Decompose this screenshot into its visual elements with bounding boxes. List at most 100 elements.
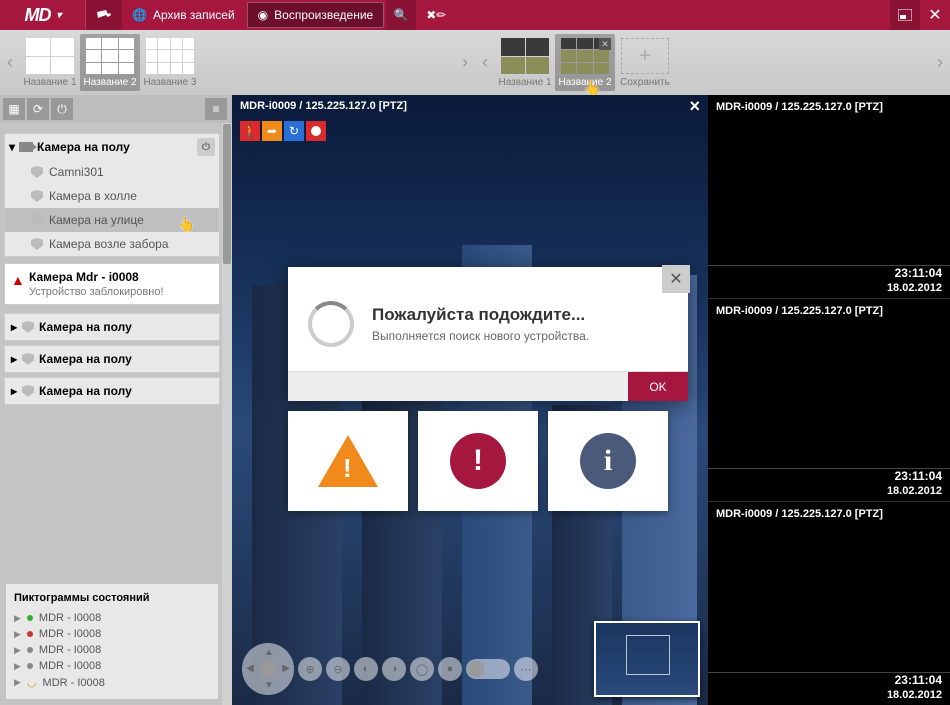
power-button[interactable]: ⏻ [51, 98, 73, 120]
status-icons: 🚶 ➦ ↻ [240, 121, 326, 141]
layout-tab-r2[interactable]: ✕ Название 2 👆 [555, 34, 615, 91]
expand-icon: ▸ [11, 320, 17, 334]
arrow-right-icon: ▶ [282, 663, 290, 674]
layouts-right-prev[interactable]: ‹ [475, 34, 495, 91]
alert-subtitle: Устройство заблокировно! [29, 284, 211, 298]
logo-dropdown-icon: ▾ [56, 10, 60, 21]
tree-item[interactable]: Camni301 [5, 160, 219, 184]
globe-icon: 🌐 [132, 8, 147, 22]
ptz-iris-open[interactable]: ◯ [410, 657, 434, 681]
video-tiles: MDR-i0009 / 125.225.127.0 [PTZ] 23:11:04… [708, 95, 950, 705]
status-legend: Пиктограммы состояний ▶MDR - I0008 ▶MDR … [6, 584, 218, 699]
window-close-button[interactable]: ✕ [920, 0, 950, 30]
record-icon[interactable] [306, 121, 326, 141]
status-dot-grey [27, 647, 33, 653]
sidebar-toolbar: ▦ ⟳ ⏻ ≡ [0, 95, 232, 123]
shield-icon [31, 214, 43, 226]
error-card[interactable]: ! [418, 411, 538, 511]
tile-time: 23:11:04 [895, 673, 942, 687]
tile-date: 18.02.2012 [887, 282, 942, 294]
ptz-dpad[interactable]: ▲ ▼ ◀ ▶ [242, 643, 294, 695]
video-main[interactable]: MDR-i0009 / 125.225.127.0 [PTZ] × 🚶 ➦ ↻ … [232, 95, 708, 705]
arrow-up-icon: ▲ [264, 647, 274, 658]
shield-icon [31, 190, 43, 202]
ptz-speed-slider[interactable] [466, 659, 510, 679]
picture-in-picture[interactable] [594, 621, 700, 697]
video-tile[interactable]: MDR-i0009 / 125.225.127.0 [PTZ] 23:11:04… [708, 95, 950, 298]
triangle-icon: ▶ [14, 613, 21, 624]
grid-button[interactable]: ▦ [3, 98, 25, 120]
dialog-close-button[interactable]: ✕ [662, 265, 690, 293]
playback-label: Воспроизведение [274, 8, 373, 22]
tree-item[interactable]: Камера в холле [5, 184, 219, 208]
ptz-zoom-out[interactable]: ⊖ [326, 657, 350, 681]
search-icon: 🔍 [394, 8, 409, 22]
layout-tab-2[interactable]: Название 2 [80, 34, 140, 91]
topbar: MD▾ 🌐 Архив записей ◉ Воспроизведение 🔍 … [0, 0, 950, 30]
layouts-right-next[interactable]: › [930, 34, 950, 91]
playback-button[interactable]: ◉ Воспроизведение [247, 2, 385, 28]
tree-group-collapsed[interactable]: ▸Камера на полу [4, 313, 220, 341]
export-icon[interactable]: ➦ [262, 121, 282, 141]
camera-icon [19, 142, 33, 152]
layouts-left-next[interactable]: › [455, 34, 475, 91]
layout-icon [898, 9, 912, 21]
layout-tab-save[interactable]: + Сохранить [615, 34, 675, 91]
tools-icon: ✖✏ [426, 8, 446, 22]
cursor-icon: 👆 [178, 216, 195, 233]
video-close-button[interactable]: × [689, 96, 700, 117]
legend-row: ▶MDR - I0008 [14, 658, 210, 674]
tree-item[interactable]: Камера возле забора [5, 232, 219, 256]
ptz-focus-far[interactable]: ◑ [382, 657, 406, 681]
layout-tab-r1[interactable]: Название 1 [495, 34, 555, 91]
menu-button[interactable]: ≡ [205, 98, 227, 120]
ptz-zoom-in[interactable]: ⊕ [298, 657, 322, 681]
shield-icon [22, 353, 34, 365]
dialog-subtitle: Выполняется поиск нового устройства. [372, 329, 589, 343]
video-tile[interactable]: MDR-i0009 / 125.225.127.0 [PTZ] 23:11:04… [708, 298, 950, 502]
ptz-preset[interactable]: ⋯ [514, 657, 538, 681]
tab-close-button[interactable]: ✕ [599, 38, 611, 50]
tree-group: ▾ Камера на полу ⏻ Camni301 Камера в хол… [4, 133, 220, 257]
layout-tab-3[interactable]: Название 3 [140, 34, 200, 91]
layout-tab-label: Название 3 [143, 77, 196, 88]
layouts-left-prev[interactable]: ‹ [0, 34, 20, 91]
group-power-button[interactable]: ⏻ [197, 138, 215, 156]
archive-label: Архив записей [153, 8, 235, 22]
layout-tab-label: Сохранить [620, 77, 670, 88]
video-tile[interactable]: MDR-i0009 / 125.225.127.0 [PTZ] 23:11:04… [708, 501, 950, 705]
logo[interactable]: MD▾ [0, 5, 85, 26]
motion-icon[interactable]: 🚶 [240, 121, 260, 141]
shield-icon [22, 385, 34, 397]
ptz-focus-near[interactable]: ◐ [354, 657, 378, 681]
layout-tab-1[interactable]: Название 1 [20, 34, 80, 91]
warning-card[interactable] [288, 411, 408, 511]
layout-tab-label: Название 2 [558, 77, 611, 88]
tree-group-collapsed[interactable]: ▸Камера на полу [4, 377, 220, 405]
camera-mode-button[interactable] [86, 0, 122, 30]
window-layout-button[interactable] [890, 0, 920, 30]
archive-button[interactable]: 🌐 Архив записей [122, 0, 245, 30]
ptz-controls: ▲ ▼ ◀ ▶ ⊕ ⊖ ◐ ◑ ◯ ● ⋯ [242, 643, 538, 695]
sidebar-scrollbar[interactable] [222, 123, 232, 705]
video-title: MDR-i0009 / 125.225.127.0 [PTZ] [240, 100, 407, 112]
shield-icon [31, 166, 43, 178]
info-card[interactable]: i [548, 411, 668, 511]
dialog-ok-button[interactable]: OK [628, 372, 688, 401]
sync-icon[interactable]: ↻ [284, 121, 304, 141]
triangle-icon: ▶ [14, 629, 21, 640]
tools-button[interactable]: ✖✏ [416, 0, 456, 30]
device-alert[interactable]: ▲ Камера Mdr - i0008 Устройство заблокир… [4, 263, 220, 305]
layout-tab-label: Название 1 [498, 77, 551, 88]
tree-item[interactable]: Камера на улице 👆 [5, 208, 219, 232]
wait-dialog: ✕ Пожалуйста подождите... Выполняется по… [288, 267, 688, 401]
video-header: MDR-i0009 / 125.225.127.0 [PTZ] × [232, 95, 708, 117]
close-icon: ✕ [928, 5, 941, 25]
status-dot-grey [27, 663, 33, 669]
shield-icon [22, 321, 34, 333]
search-button[interactable]: 🔍 [386, 0, 416, 30]
refresh-button[interactable]: ⟳ [27, 98, 49, 120]
tree-group-collapsed[interactable]: ▸Камера на полу [4, 345, 220, 373]
ptz-iris-close[interactable]: ● [438, 657, 462, 681]
tree-group-header[interactable]: ▾ Камера на полу ⏻ [5, 134, 219, 160]
